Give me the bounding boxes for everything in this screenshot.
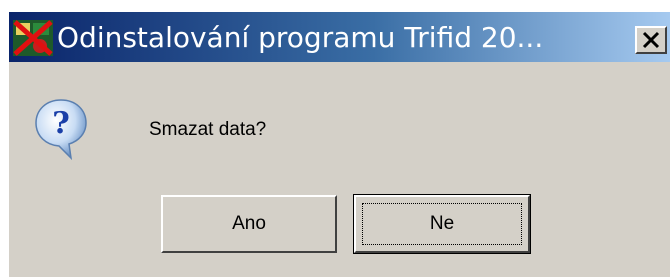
window-title: Odinstalování programu Trifid 20... — [57, 21, 544, 54]
uninstall-dialog: Odinstalování programu Trifid 20... ? Sm… — [8, 12, 670, 277]
no-button-label: Ne — [429, 213, 455, 234]
message-text: Smazat data? — [149, 119, 267, 140]
trifid-app-icon — [13, 20, 53, 56]
svg-text:?: ? — [52, 106, 70, 141]
title-bar[interactable]: Odinstalování programu Trifid 20... — [9, 12, 670, 62]
no-button[interactable]: Ne — [353, 194, 531, 254]
yes-button[interactable]: Ano — [161, 195, 337, 253]
close-button[interactable] — [635, 26, 667, 54]
close-icon — [642, 31, 660, 49]
question-icon: ? — [33, 96, 89, 161]
